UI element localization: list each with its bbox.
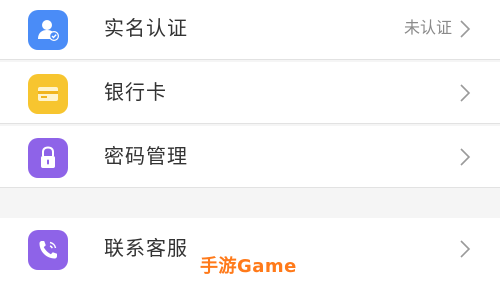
menu-item-real-name[interactable]: 实名认证 未认证 bbox=[0, 0, 500, 60]
menu-item-label: 银行卡 bbox=[104, 80, 167, 104]
chevron-right-icon bbox=[460, 148, 471, 166]
lock-icon bbox=[28, 138, 68, 178]
divider bbox=[0, 59, 500, 60]
menu-item-password[interactable]: 密码管理 bbox=[0, 126, 500, 188]
bank-card-icon bbox=[28, 74, 68, 114]
chevron-right-icon bbox=[460, 84, 471, 102]
menu-item-label: 实名认证 bbox=[104, 16, 188, 40]
watermark: 手游Game bbox=[200, 256, 297, 277]
menu-item-label: 联系客服 bbox=[104, 236, 188, 260]
menu-item-bank-card[interactable]: 银行卡 bbox=[0, 62, 500, 124]
chevron-right-icon bbox=[460, 240, 471, 258]
verification-status: 未认证 bbox=[403, 18, 452, 37]
person-verified-icon bbox=[28, 10, 68, 50]
section-gap bbox=[0, 188, 500, 218]
menu-item-label: 密码管理 bbox=[104, 144, 188, 168]
chevron-right-icon bbox=[460, 20, 471, 38]
phone-icon bbox=[28, 230, 68, 270]
divider bbox=[0, 123, 500, 124]
